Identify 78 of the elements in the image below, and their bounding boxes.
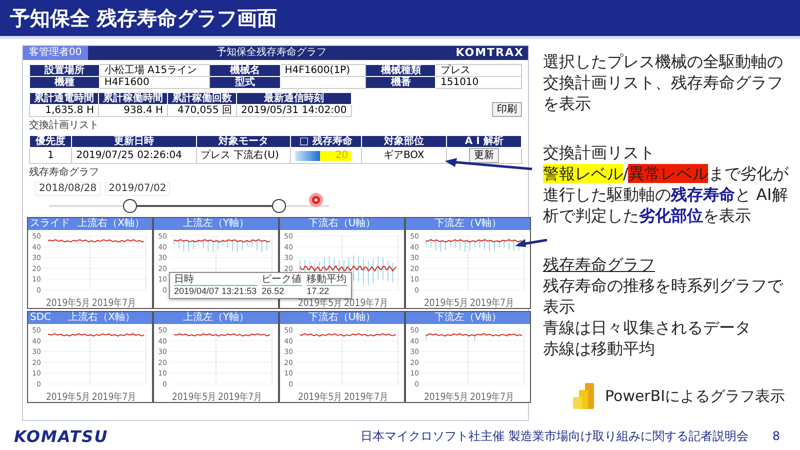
description-text: 赤線は移動平均: [543, 338, 656, 359]
chart-title: 上流左（Y軸）: [182, 312, 250, 324]
table-header: A I 解析: [446, 136, 522, 148]
table-header: 機番: [366, 76, 436, 88]
life-value: 20: [335, 150, 348, 160]
table-cell: 2019/07/25 02:26:04: [72, 148, 196, 164]
row-label: スライド: [30, 218, 70, 230]
arrow-icon: [515, 238, 547, 250]
table-header: 機種: [30, 76, 100, 88]
tick-label: 2019年7月: [470, 392, 522, 402]
chart-title: 上流右（X軸）: [76, 218, 146, 230]
tooltip-label: 日時: [174, 274, 257, 286]
description-text: 青線は日々収集されるデータ: [543, 317, 752, 338]
table-cell: 小松工場 A15ライン: [100, 64, 210, 76]
brand-logo: KOMTRAX: [456, 46, 525, 60]
table-cell: 938.4 H: [98, 104, 168, 116]
table-cell: プレス 下流右(U): [196, 148, 291, 164]
table-cell: プレス: [436, 64, 522, 76]
tick-label: 2019年7月: [344, 392, 396, 402]
footer-text: 日本マイクロソフト社主催 製造業市場向け取り組みに関する記者説明会: [360, 428, 748, 444]
chart-title: 下流左（V軸）: [434, 312, 502, 324]
table-cell: 1: [30, 148, 72, 164]
table-header: 設置場所: [30, 64, 100, 76]
print-button[interactable]: 印刷: [492, 102, 522, 117]
tooltip-value: 2019/04/07 13:21:53: [174, 286, 257, 297]
slide-title: 予知保全 残存寿命グラフ画面: [10, 4, 277, 32]
company-logo: KOMATSU: [14, 426, 108, 446]
tick-label: 2019年7月: [344, 298, 396, 308]
table-cell: 2019/05/31 14:02:00: [236, 104, 352, 116]
chart-title: 下流右（U軸）: [307, 312, 377, 324]
tick-label: 2019年7月: [470, 298, 522, 308]
table-header: 対象部位: [361, 136, 447, 148]
bar-chart-icon: [573, 383, 595, 409]
tick-label: 2019年7月: [218, 392, 270, 402]
description-text: 選択したプレス機械の全駆動軸の交換計画リスト、残存寿命グラフを表示: [543, 51, 784, 114]
app-title: 予知保全残存寿命グラフ: [216, 46, 327, 60]
section-heading: 交換計画リスト: [543, 142, 656, 163]
table-cell: H4F1600: [100, 76, 210, 88]
tooltip-value: 26.52: [262, 286, 286, 297]
table-header: 累計稼働回数: [168, 92, 236, 104]
chart-title: 下流右（U軸）: [307, 218, 377, 230]
tooltip-label: ピーク値: [262, 274, 302, 286]
table-header: □ 残存寿命: [290, 136, 362, 148]
arrow-icon: [445, 158, 533, 172]
user-label: 客管理者00: [23, 46, 88, 60]
table-header: 最新通信時刻: [236, 92, 352, 104]
chart-title: 上流右（X軸）: [67, 312, 136, 324]
slider-handle[interactable]: [272, 199, 286, 213]
table-cell: 151010: [436, 76, 522, 88]
slider-handle[interactable]: [123, 199, 138, 213]
table-header: 型式: [210, 76, 280, 88]
row-label: SDC: [30, 312, 52, 324]
tooltip-label: 移動平均: [306, 274, 347, 286]
table-cell: 1,635.8 H: [30, 104, 98, 116]
table-cell: H4F1600(1P): [280, 64, 366, 76]
section-label: 交換計画リスト: [29, 120, 100, 132]
table-header: 累計稼働時間: [98, 92, 168, 104]
section-label: 残存寿命グラフ: [29, 167, 100, 179]
table-cell: ギアBOX: [361, 148, 447, 164]
description-text: 残存寿命の推移を時系列グラフで表示: [543, 275, 784, 317]
page-number: 8: [771, 429, 780, 443]
chart-title: 上流左（Y軸）: [182, 218, 250, 230]
table-header: 優先度: [30, 136, 72, 148]
section-heading: 残存寿命グラフ: [543, 254, 656, 275]
date-field[interactable]: 2019/07/02: [104, 182, 170, 196]
tooltip-value: 17.22: [306, 286, 330, 297]
tick-label: 2019年7月: [92, 392, 144, 402]
chart-title: 下流左（V軸）: [434, 218, 502, 230]
table-cell: 470,055 回: [168, 104, 236, 116]
tick-label: 2019年7月: [92, 298, 144, 308]
table-header: 機械名: [210, 64, 280, 76]
cursor-highlight-icon: [308, 192, 324, 208]
table-header: 対象モータ: [196, 136, 291, 148]
table-header: 機械種類: [366, 64, 436, 76]
powerbi-label: PowerBIによるグラフ表示: [605, 386, 786, 406]
table-header: 更新日時: [72, 136, 196, 148]
update-button[interactable]: 更新: [469, 148, 500, 163]
date-field[interactable]: 2018/08/28: [35, 182, 101, 196]
